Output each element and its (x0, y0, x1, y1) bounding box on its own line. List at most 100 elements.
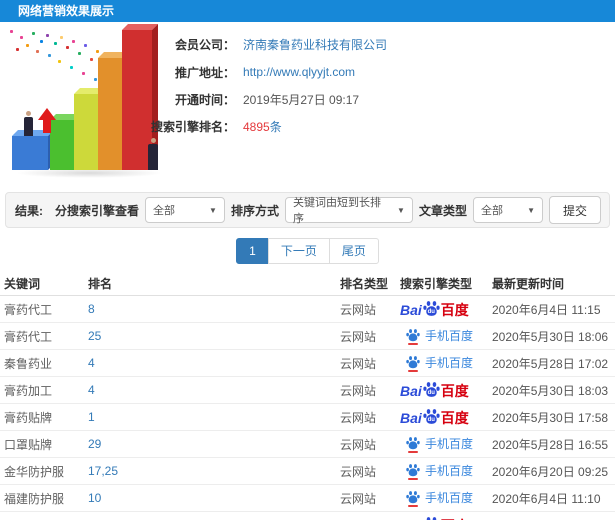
mobile-baidu-logo: 手机百度 (400, 435, 474, 453)
page-title: 网络营销效果展示 (18, 4, 115, 18)
up-arrow-icon (38, 108, 56, 133)
page: 网络营销效果展示 会员公司： 济南秦鲁药业科技有限公司 推广地址： http:/… (0, 0, 615, 520)
table-row: 膏药代工 25 云网站 Baidu百度 手机百度 2020年5月30日 18:0… (0, 323, 615, 350)
engine-cell: Baidu百度 手机百度 (400, 354, 492, 372)
next-page-button[interactable]: 下一页 (267, 238, 330, 264)
updated-cell: 2020年5月28日 16:55 (492, 437, 609, 452)
info-row-url: 推广地址： http://www.qlyyjt.com (125, 64, 355, 80)
updated-cell: 2020年6月20日 09:25 (492, 464, 609, 479)
last-page-button[interactable]: 尾页 (328, 238, 379, 264)
open-time-value: 2019年5月27日 09:17 (243, 92, 360, 107)
keyword-cell: 口罩贴牌 (4, 437, 53, 452)
keyword-cell: 膏药代工 (4, 302, 53, 317)
rank-type-cell: 云网站 (340, 329, 377, 344)
updated-cell: 2020年5月30日 18:06 (492, 329, 609, 344)
header-rank: 排名 (88, 277, 113, 291)
engine-view-select[interactable]: 全部 ▼ (144, 197, 225, 223)
mobile-baidu-paw-icon (406, 329, 420, 345)
sort-select[interactable]: 关键词由短到长排序 ▼ (284, 197, 413, 225)
mobile-baidu-label: 手机百度 (425, 491, 474, 505)
mobile-baidu-logo: 手机百度 (400, 462, 474, 480)
engine-cell: Baidu百度 手机百度 (400, 435, 492, 453)
rank-link[interactable]: 4 (88, 383, 340, 397)
pagination: 1 下一页 尾页 (0, 238, 615, 264)
mobile-baidu-logo: 手机百度 (400, 489, 474, 507)
rank-link[interactable]: 1 (88, 410, 340, 424)
updated-cell: 2020年5月28日 17:02 (492, 356, 609, 371)
chevron-down-icon: ▼ (397, 205, 405, 215)
rank-type-cell: 云网站 (340, 437, 377, 452)
rank-link[interactable]: 4 (88, 356, 340, 370)
engine-cell: Baidu百度 手机百度 (400, 462, 492, 480)
open-time-label: 开通时间： (174, 92, 235, 107)
article-type-select[interactable]: 全部 ▼ (472, 197, 543, 223)
table-row: 口罩贴牌 29 云网站 Baidu百度 手机百度 2020年5月28日 16:5… (0, 431, 615, 458)
bar-blue (12, 136, 48, 170)
engine-cell: Baidu百度 百度 (400, 300, 492, 318)
confetti-decoration (10, 30, 13, 33)
engine-cell: Baidu百度 百度 (400, 408, 492, 426)
updated-cell: 2020年5月30日 17:58 (492, 410, 609, 425)
result-label: 结果: (15, 203, 43, 218)
mobile-baidu-paw-icon (406, 437, 420, 453)
rank-count: 4895 (243, 119, 270, 134)
filter-controls: 分搜索引擎查看 全部 ▼ 排序方式 关键词由短到长排序 ▼ 文章类型 全部 ▼ … (55, 196, 609, 225)
article-type-selected: 全部 (480, 205, 503, 217)
mobile-baidu-logo: 手机百度 (400, 327, 474, 345)
mobile-baidu-label: 手机百度 (425, 464, 474, 478)
rank-type-cell: 云网站 (340, 383, 377, 398)
updated-cell: 2020年5月30日 18:03 (492, 383, 609, 398)
rank-type-cell: 云网站 (340, 356, 377, 371)
rank-link[interactable]: 25 (88, 329, 340, 343)
table-row: 秦鲁药业 4 云网站 Baidu百度 手机百度 2020年5月28日 17:02 (0, 350, 615, 377)
engine-rank-label: 搜索引擎排名： (150, 119, 235, 134)
baidu-logo: Baidu百度 (400, 408, 469, 426)
header-updated: 最新更新时间 (492, 277, 565, 291)
promo-url-label: 推广地址： (174, 65, 235, 80)
rank-link[interactable]: 10 (88, 491, 340, 505)
header-keyword: 关键词 (4, 277, 41, 291)
rank-type-cell: 云网站 (340, 302, 377, 317)
info-row-opened: 开通时间： 2019年5月27日 09:17 (125, 91, 359, 107)
baidu-paw-icon: du (423, 516, 440, 520)
table-row: 金华防护服 17,25 云网站 Baidu百度 手机百度 2020年6月20日 … (0, 458, 615, 485)
page-1-button[interactable]: 1 (236, 238, 269, 264)
header-engine-type: 搜索引擎类型 (400, 277, 473, 291)
rank-type-cell: 云网站 (340, 464, 377, 479)
updated-cell: 2020年6月4日 11:10 (492, 491, 601, 506)
baidu-paw-icon: du (423, 300, 440, 317)
submit-button[interactable]: 提交 (548, 196, 601, 224)
rank-link[interactable]: 17,25 (88, 464, 340, 478)
promo-url-link[interactable]: http://www.qlyyjt.com (243, 65, 355, 79)
mobile-baidu-label: 手机百度 (425, 329, 474, 343)
keyword-cell: 金华防护服 (4, 464, 65, 479)
header-rank-type: 排名类型 (340, 277, 389, 291)
updated-cell: 2020年6月4日 11:15 (492, 302, 601, 317)
keyword-cell: 膏药加工 (4, 383, 53, 398)
keyword-cell: 膏药代工 (4, 329, 53, 344)
chevron-down-icon: ▼ (209, 205, 217, 215)
keyword-cell: 福建防护服 (4, 491, 65, 506)
table-row: 膏药加工 4 云网站 Baidu百度 百度 2020年5月30日 18:03 (0, 377, 615, 404)
rank-unit: 条 (269, 119, 282, 134)
mobile-baidu-label: 手机百度 (425, 356, 474, 370)
table-row-partial: Baidu百度 百度 (0, 512, 615, 520)
sort-selected: 关键词由短到长排序 (292, 197, 381, 225)
rank-link[interactable]: 29 (88, 437, 340, 451)
businessman-figure-left (24, 111, 33, 136)
keyword-cell: 膏药贴牌 (4, 410, 53, 425)
article-type-label: 文章类型 (418, 203, 467, 218)
mobile-baidu-paw-icon (406, 356, 420, 372)
rank-link[interactable]: 8 (88, 302, 340, 316)
baidu-paw-icon: du (423, 381, 440, 398)
baidu-logo: Baidu百度 (400, 381, 469, 399)
company-link[interactable]: 济南秦鲁药业科技有限公司 (243, 36, 387, 53)
table-row: 膏药代工 8 云网站 Baidu百度 百度 2020年6月4日 11:15 (0, 296, 615, 323)
sort-label: 排序方式 (230, 203, 279, 218)
engine-cell: Baidu百度 手机百度 (400, 327, 492, 345)
mobile-baidu-paw-icon (406, 491, 420, 507)
company-label: 会员公司： (174, 37, 235, 52)
baidu-logo: Baidu百度 (400, 516, 469, 520)
mobile-baidu-label: 手机百度 (425, 437, 474, 451)
engine-view-selected: 全部 (152, 205, 175, 217)
